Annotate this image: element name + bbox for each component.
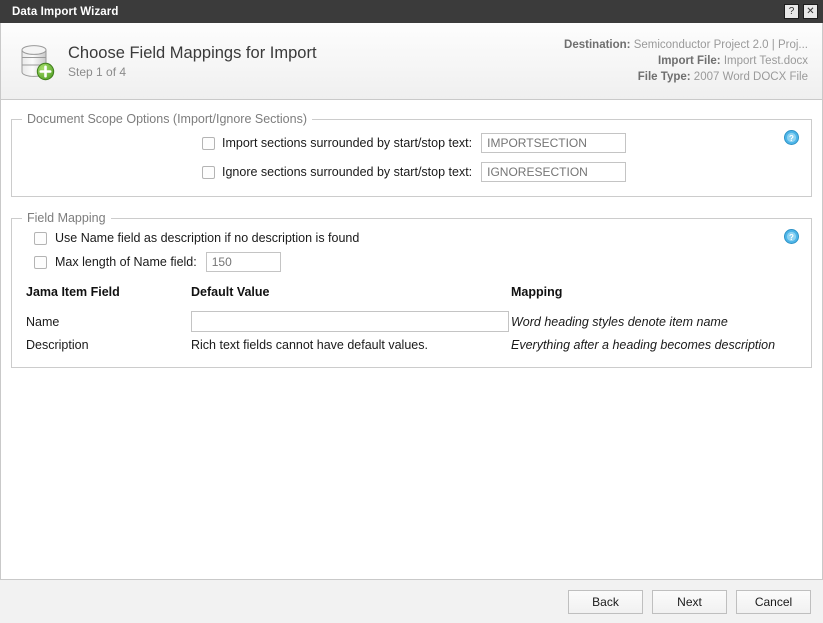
import-sections-row: Import sections surrounded by start/stop… <box>12 133 811 153</box>
import-meta: Destination: Semiconductor Project 2.0 |… <box>564 37 808 85</box>
ignore-sections-checkbox[interactable] <box>202 166 215 179</box>
description-default-value-text: Rich text fields cannot have default val… <box>191 335 511 355</box>
meta-destination: Destination: Semiconductor Project 2.0 |… <box>564 37 808 53</box>
document-scope-options-section: Document Scope Options (Import/Ignore Se… <box>11 112 812 197</box>
meta-destination-value: Semiconductor Project 2.0 | Proj... <box>634 39 808 51</box>
help-button[interactable]: ? <box>784 4 799 19</box>
svg-text:?: ? <box>789 134 794 143</box>
close-icon[interactable]: ✕ <box>803 4 818 19</box>
next-button[interactable]: Next <box>652 590 727 614</box>
table-header: Jama Item Field Default Value Mapping <box>12 285 811 308</box>
table-header-row: Jama Item Field Default Value Mapping <box>12 285 811 308</box>
field-mapping-legend: Field Mapping <box>22 211 111 225</box>
header-left: Choose Field Mappings for Import Step 1 … <box>19 41 317 81</box>
database-add-icon <box>19 41 55 81</box>
document-scope-options-body: Import sections surrounded by start/stop… <box>12 126 811 196</box>
row-mapping-note: Word heading styles denote item name <box>511 308 811 335</box>
field-mapping-section: Field Mapping ? Use Name field as descri… <box>11 211 812 368</box>
titlebar: Data Import Wizard ? ✕ <box>0 0 823 23</box>
ignore-sections-label: Ignore sections surrounded by start/stop… <box>222 165 472 179</box>
help-circle-icon[interactable]: ? <box>784 229 799 244</box>
meta-import-file-label: Import File: <box>658 55 721 67</box>
column-header-default-value: Default Value <box>191 285 511 308</box>
import-sections-checkbox[interactable] <box>202 137 215 150</box>
import-section-input[interactable] <box>481 133 626 153</box>
use-name-as-description-row: Use Name field as description if no desc… <box>12 231 811 245</box>
table-body: Name Word heading styles denote item nam… <box>12 308 811 355</box>
wizard-footer: Back Next Cancel <box>0 580 823 623</box>
max-name-length-label: Max length of Name field: <box>55 255 197 269</box>
row-field-name: Name <box>12 308 191 335</box>
table-row: Description Rich text fields cannot have… <box>12 335 811 355</box>
wizard-content: Document Scope Options (Import/Ignore Se… <box>0 100 823 580</box>
use-name-as-description-label: Use Name field as description if no desc… <box>55 231 359 245</box>
titlebar-buttons: ? ✕ <box>784 4 818 19</box>
document-scope-options-legend: Document Scope Options (Import/Ignore Se… <box>22 112 312 126</box>
data-import-wizard-window: Data Import Wizard ? ✕ <box>0 0 823 623</box>
use-name-as-description-checkbox[interactable] <box>34 232 47 245</box>
table-row: Name Word heading styles denote item nam… <box>12 308 811 335</box>
step-indicator: Step 1 of 4 <box>68 65 317 79</box>
meta-import-file: Import File: Import Test.docx <box>564 53 808 69</box>
row-field-description: Description <box>12 335 191 355</box>
ignore-section-input[interactable] <box>481 162 626 182</box>
help-circle-icon[interactable]: ? <box>784 130 799 145</box>
meta-file-type-value: 2007 Word DOCX File <box>694 71 808 83</box>
svg-text:?: ? <box>789 233 794 242</box>
column-header-mapping: Mapping <box>511 285 811 308</box>
back-button[interactable]: Back <box>568 590 643 614</box>
name-default-value-input[interactable] <box>191 311 509 332</box>
ignore-sections-row: Ignore sections surrounded by start/stop… <box>12 162 811 182</box>
max-name-length-checkbox[interactable] <box>34 256 47 269</box>
page-title: Choose Field Mappings for Import <box>68 44 317 63</box>
meta-file-type-label: File Type: <box>638 71 691 83</box>
column-header-jama-item-field: Jama Item Field <box>12 285 191 308</box>
wizard-header: Choose Field Mappings for Import Step 1 … <box>0 23 823 100</box>
field-mapping-table: Jama Item Field Default Value Mapping Na… <box>12 285 811 355</box>
max-name-length-input[interactable] <box>206 252 281 272</box>
meta-file-type: File Type: 2007 Word DOCX File <box>564 69 808 85</box>
row-mapping-note: Everything after a heading becomes descr… <box>511 335 811 355</box>
max-name-length-row: Max length of Name field: <box>12 252 811 272</box>
row-default-value-cell <box>191 308 511 335</box>
window-title: Data Import Wizard <box>12 6 119 18</box>
field-mapping-body: Use Name field as description if no desc… <box>12 225 811 367</box>
meta-import-file-value: Import Test.docx <box>724 55 808 67</box>
cancel-button[interactable]: Cancel <box>736 590 811 614</box>
meta-destination-label: Destination: <box>564 39 630 51</box>
header-title-block: Choose Field Mappings for Import Step 1 … <box>68 44 317 79</box>
import-sections-label: Import sections surrounded by start/stop… <box>222 136 472 150</box>
